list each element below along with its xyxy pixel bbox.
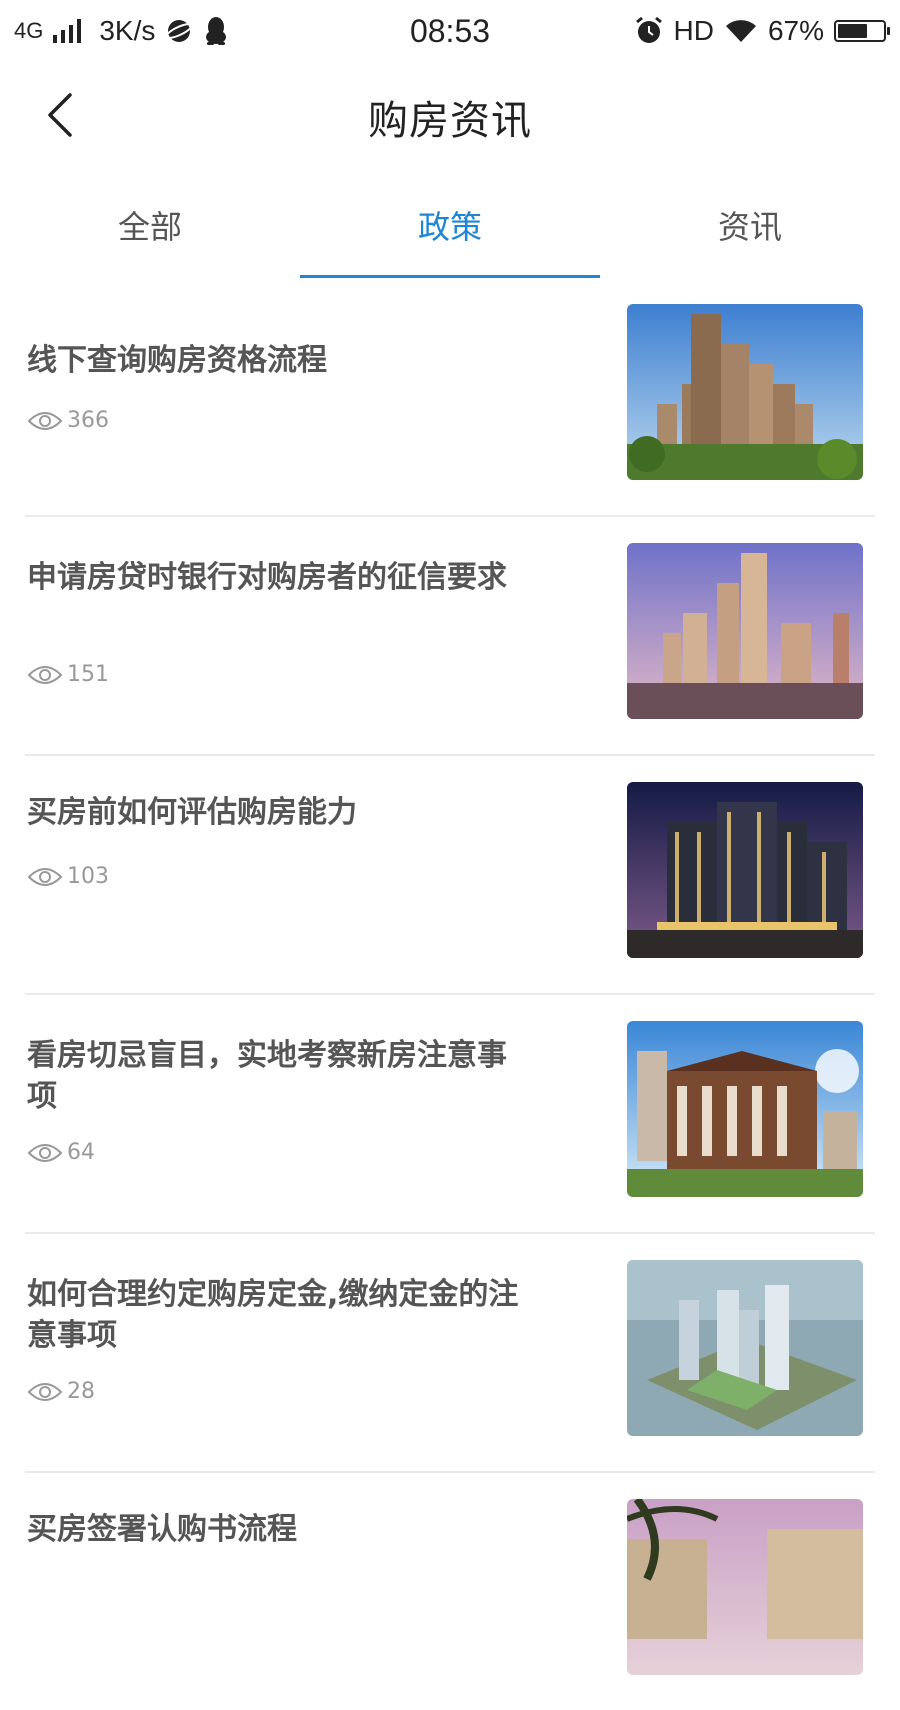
eye-icon [27,1382,63,1401]
view-count: 64 [27,1140,95,1165]
network-speed: 3K/s [99,15,156,46]
article-title: 看房切忌盲目，实地考察新房注意事项 [27,1038,507,1114]
view-count: 103 [27,864,109,889]
article-thumbnail [627,543,863,719]
list-item[interactable]: 买房签署认购书流程 [25,1473,875,1710]
article-title: 线下查询购房资格流程 [27,343,327,378]
list-item[interactable]: 买房前如何评估购房能力 103 [25,756,875,995]
back-button[interactable] [30,80,90,150]
view-count-value: 151 [67,662,109,687]
alarm-icon [634,16,664,46]
article-thumbnail [627,304,863,480]
article-thumbnail [627,782,863,958]
view-count: 28 [27,1379,95,1404]
list-item[interactable]: 申请房贷时银行对购房者的征信要求 151 [25,517,875,756]
network-type: 4G [14,18,44,43]
wifi-icon [724,18,758,44]
article-title: 买房签署认购书流程 [27,1512,297,1547]
article-list: 线下查询购房资格流程 366 申请房贷时银行对购房者的征信要求 151 买房前如… [0,278,900,1710]
chevron-left-icon [48,93,72,137]
eye-icon [27,411,63,430]
tab-policy[interactable]: 政策 [300,172,600,278]
eye-icon [27,867,63,886]
article-thumbnail [627,1260,863,1436]
qq-icon [203,16,229,46]
status-left: 4G 3K/s [14,15,229,47]
view-count-value: 103 [67,864,109,889]
list-item[interactable]: 如何合理约定购房定金,缴纳定金的注意事项 28 [25,1234,875,1473]
category-tabs: 全部 政策 资讯 [0,172,900,278]
article-title: 如何合理约定购房定金,缴纳定金的注意事项 [27,1277,519,1353]
tab-all[interactable]: 全部 [0,172,300,278]
view-count-value: 366 [67,408,109,433]
app-header: 购房资讯 [0,62,900,172]
view-count: 151 [27,662,109,687]
article-thumbnail [627,1499,863,1675]
battery-icon [834,20,890,42]
eye-icon [27,665,63,684]
eye-icon [27,1143,63,1162]
signal-icon [53,19,82,43]
planet-icon [165,17,194,45]
view-count: 366 [27,408,109,433]
hd-indicator: HD [673,15,714,46]
status-right: HD 67% [634,15,890,47]
view-count-value: 64 [67,1140,95,1165]
status-bar: 4G 3K/s 08:53 HD 67% [0,0,900,62]
page-title: 购房资讯 [368,98,532,144]
article-title: 申请房贷时银行对购房者的征信要求 [27,560,507,595]
list-item[interactable]: 线下查询购房资格流程 366 [25,278,875,517]
tab-news[interactable]: 资讯 [600,172,900,278]
article-title: 买房前如何评估购房能力 [27,795,357,830]
view-count-value: 28 [67,1379,95,1404]
list-item[interactable]: 看房切忌盲目，实地考察新房注意事项 64 [25,995,875,1234]
article-thumbnail [627,1021,863,1197]
battery-percent: 67% [767,15,824,46]
